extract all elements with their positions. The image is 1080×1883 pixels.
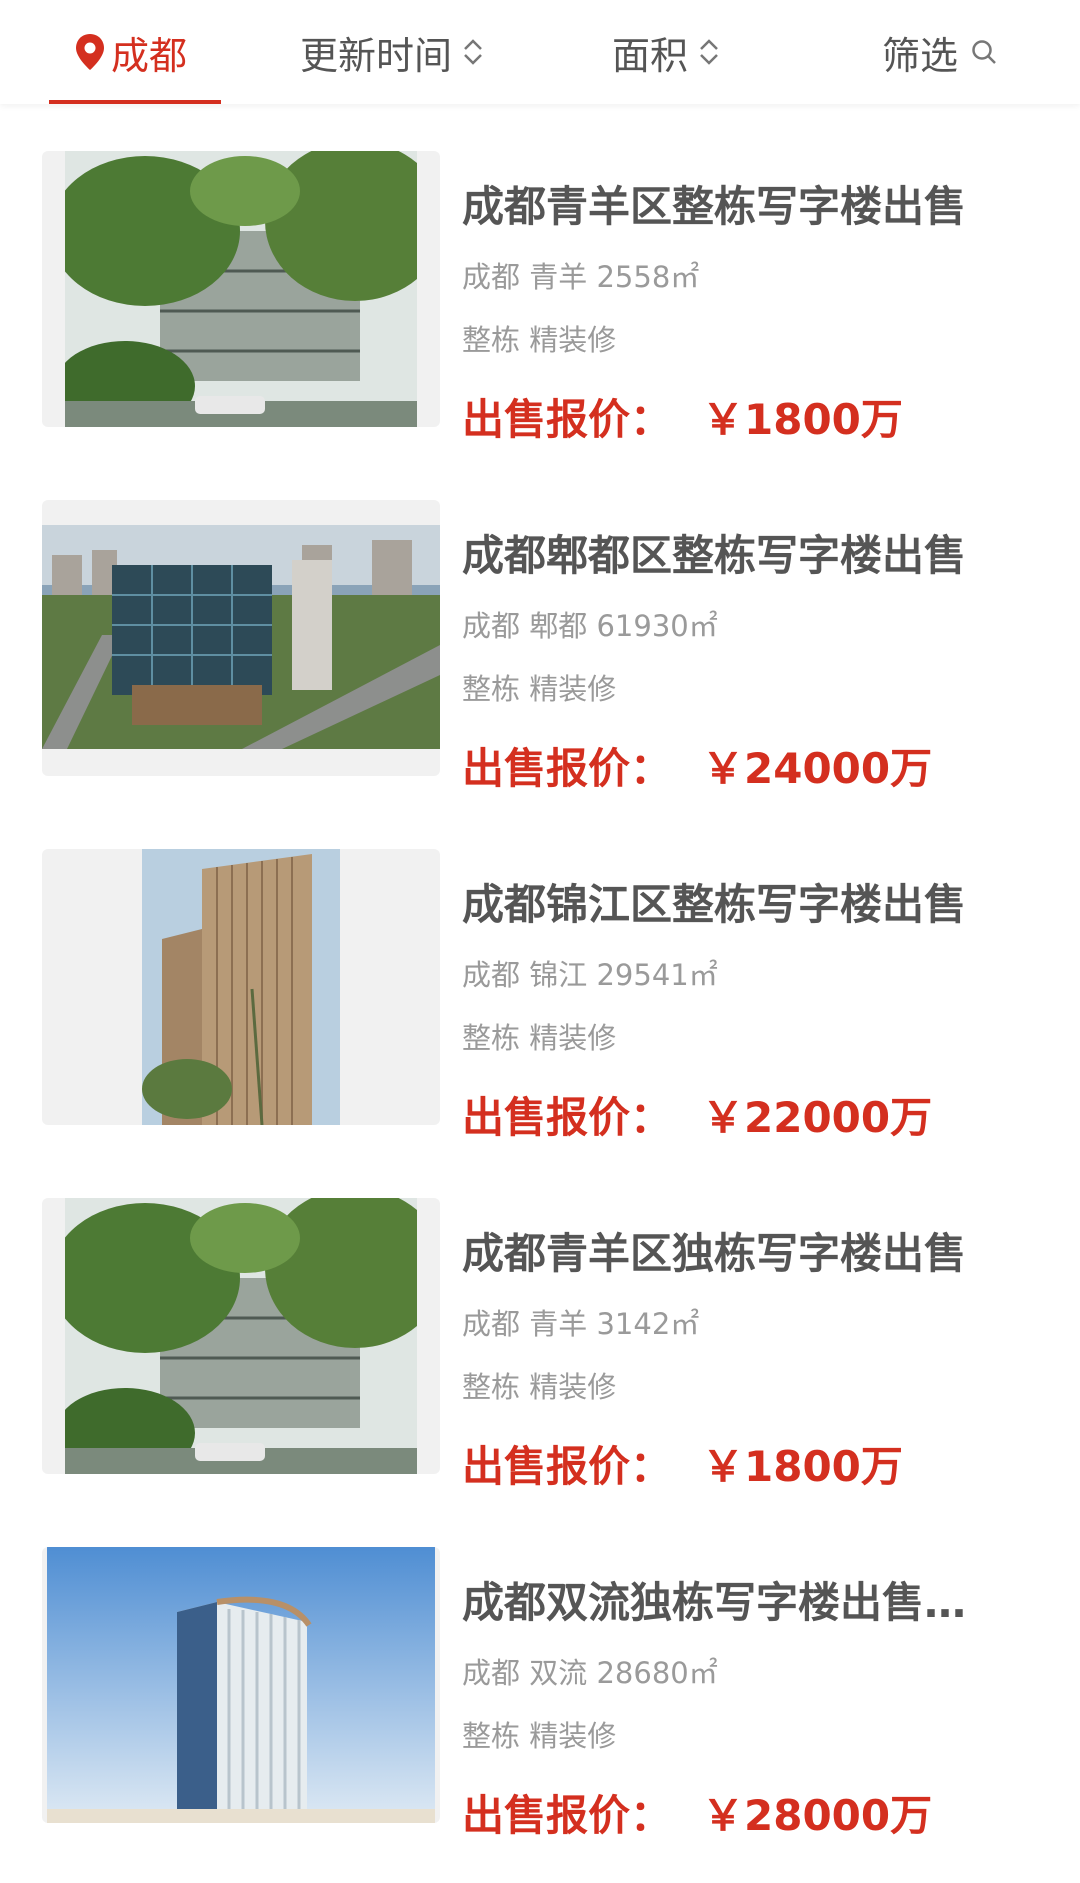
- listing-district: 青羊: [529, 1307, 588, 1341]
- listing-price: 出售报价： ￥1800万: [462, 1433, 903, 1494]
- sort-update-time[interactable]: 更新时间: [300, 24, 484, 80]
- listing-price: 出售报价： ￥1800万: [462, 386, 903, 447]
- location-pin-icon: [76, 34, 104, 70]
- listing-photo[interactable]: [42, 1547, 440, 1823]
- sort-update-label: 更新时间: [300, 33, 453, 78]
- listing-area: 29541㎡: [596, 958, 718, 992]
- listing-meta: 成都 锦江 29541㎡: [462, 952, 718, 994]
- building-photo-tower: [142, 849, 340, 1125]
- building-photo-trees: [65, 151, 417, 427]
- listing-price: 出售报价： ￥28000万: [462, 1782, 932, 1843]
- listing-photo[interactable]: [42, 500, 440, 776]
- listing-meta: 成都 郫都 61930㎡: [462, 603, 718, 645]
- filter-button[interactable]: 筛选: [882, 24, 998, 80]
- sort-toggle-icon: [700, 39, 718, 65]
- listing-title[interactable]: 成都郫都区整栋写字楼出售: [462, 522, 1002, 583]
- listing-tags: 整栋 精装修: [462, 323, 617, 357]
- price-label: 出售报价：: [462, 1791, 673, 1840]
- listing-tags: 整栋 精装修: [462, 672, 617, 706]
- listing-price: 出售报价： ￥24000万: [462, 735, 932, 796]
- listing-photo[interactable]: [42, 151, 440, 427]
- listing-card[interactable]: 成都青羊区整栋写字楼出售 成都 青羊 2558㎡ 整栋 精装修 出售报价： ￥18…: [0, 104, 1080, 444]
- listing-city: 成都: [462, 609, 521, 643]
- listing-tags: 整栋 精装修: [462, 1370, 617, 1404]
- listing-district: 锦江: [529, 958, 588, 992]
- building-photo-render: [47, 1547, 435, 1823]
- sort-area[interactable]: 面积: [612, 24, 720, 80]
- listing-card[interactable]: 成都郫都区整栋写字楼出售 成都 郫都 61930㎡ 整栋 精装修 出售报价： ￥2…: [0, 453, 1080, 793]
- listing-card[interactable]: 成都双流独栋写字楼出售… 成都 双流 28680㎡ 整栋 精装修 出售报价： ￥2…: [0, 1500, 1080, 1840]
- building-photo-trees: [65, 1198, 417, 1474]
- listing-area: 28680㎡: [596, 1656, 718, 1690]
- listing-price: 出售报价： ￥22000万: [462, 1084, 932, 1145]
- listing-meta: 成都 青羊 3142㎡: [462, 1301, 699, 1343]
- price-label: 出售报价：: [462, 395, 673, 444]
- building-photo-aerial: [42, 525, 440, 749]
- listing-meta: 成都 青羊 2558㎡: [462, 254, 699, 296]
- listing-district: 郫都: [529, 609, 588, 643]
- price-value: ￥24000万: [702, 744, 933, 793]
- listing-title[interactable]: 成都青羊区整栋写字楼出售: [462, 173, 1002, 234]
- price-value: ￥28000万: [702, 1791, 933, 1840]
- listing-area: 61930㎡: [596, 609, 718, 643]
- listing-card[interactable]: 成都锦江区整栋写字楼出售 成都 锦江 29541㎡ 整栋 精装修 出售报价： ￥2…: [0, 802, 1080, 1142]
- listing-photo[interactable]: [42, 849, 440, 1125]
- listing-tags: 整栋 精装修: [462, 1021, 617, 1055]
- city-selector[interactable]: 成都: [73, 24, 187, 80]
- sort-toggle-icon: [464, 39, 482, 65]
- listing-title[interactable]: 成都青羊区独栋写字楼出售: [462, 1220, 1002, 1281]
- listing-district: 双流: [529, 1656, 588, 1690]
- price-value: ￥1800万: [702, 395, 903, 444]
- price-value: ￥22000万: [702, 1093, 933, 1142]
- city-label: 成都: [111, 33, 188, 78]
- price-label: 出售报价：: [462, 1442, 673, 1491]
- listing-meta: 成都 双流 28680㎡: [462, 1650, 718, 1692]
- listing-city: 成都: [462, 1307, 521, 1341]
- price-label: 出售报价：: [462, 744, 673, 793]
- listing-title[interactable]: 成都锦江区整栋写字楼出售: [462, 871, 1002, 932]
- listing-area: 3142㎡: [596, 1307, 700, 1341]
- listing-district: 青羊: [529, 260, 588, 294]
- listing-title[interactable]: 成都双流独栋写字楼出售…: [462, 1569, 1002, 1630]
- listing-card[interactable]: 成都青羊区独栋写字楼出售 成都 青羊 3142㎡ 整栋 精装修 出售报价： ￥18…: [0, 1151, 1080, 1491]
- search-icon: [972, 40, 996, 64]
- listing-photo[interactable]: [42, 1198, 440, 1474]
- listing-city: 成都: [462, 260, 521, 294]
- price-label: 出售报价：: [462, 1093, 673, 1142]
- listing-city: 成都: [462, 958, 521, 992]
- filter-bar: 成都 更新时间 面积 筛选: [0, 0, 1080, 104]
- price-value: ￥1800万: [702, 1442, 903, 1491]
- listing-area: 2558㎡: [596, 260, 700, 294]
- listing-city: 成都: [462, 1656, 521, 1690]
- filter-label: 筛选: [882, 33, 959, 78]
- sort-area-label: 面积: [612, 33, 689, 78]
- listing-tags: 整栋 精装修: [462, 1719, 617, 1753]
